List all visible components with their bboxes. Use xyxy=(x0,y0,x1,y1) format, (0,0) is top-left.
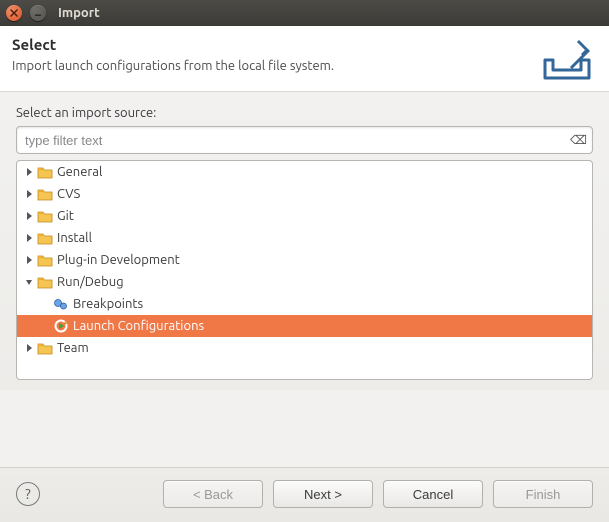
folder-icon xyxy=(37,253,53,267)
tree-item[interactable]: Install xyxy=(17,227,592,249)
help-button[interactable]: ? xyxy=(16,482,40,506)
tree-item[interactable]: Plug-in Development xyxy=(17,249,592,271)
tree-item-label: Team xyxy=(57,341,89,355)
tree-item-label: Plug-in Development xyxy=(57,253,180,267)
window-title: Import xyxy=(58,6,100,20)
disclosure-triangle-icon[interactable] xyxy=(23,210,35,222)
wizard-header: Select Import launch configurations from… xyxy=(0,26,609,92)
cancel-button[interactable]: Cancel xyxy=(383,480,483,508)
tree-item-label: CVS xyxy=(57,187,80,201)
filter-input[interactable] xyxy=(16,126,593,154)
wizard-footer: ? < Back Next > Cancel Finish xyxy=(0,467,609,522)
import-source-tree[interactable]: General CVS Git Install Plug-in Development R… xyxy=(16,160,593,380)
page-title: Select xyxy=(12,36,593,53)
folder-icon xyxy=(37,341,53,355)
tree-item[interactable]: Launch Configurations xyxy=(17,315,592,337)
disclosure-triangle-icon[interactable] xyxy=(23,232,35,244)
disclosure-triangle-icon[interactable] xyxy=(23,188,35,200)
launch-config-icon xyxy=(53,318,69,334)
disclosure-triangle-icon[interactable] xyxy=(23,254,35,266)
breakpoints-icon xyxy=(53,296,69,312)
tree-item[interactable]: Git xyxy=(17,205,592,227)
wizard-body: Select an import source: ⌫ General CVS Git… xyxy=(0,92,609,390)
tree-item[interactable]: Breakpoints xyxy=(17,293,592,315)
tree-item-label: Launch Configurations xyxy=(73,319,204,333)
clear-icon[interactable]: ⌫ xyxy=(570,133,587,147)
folder-icon xyxy=(37,231,53,245)
tree-item-label: Git xyxy=(57,209,74,223)
page-subtitle: Import launch configurations from the lo… xyxy=(12,59,593,73)
tree-item[interactable]: Run/Debug xyxy=(17,271,592,293)
back-button[interactable]: < Back xyxy=(163,480,263,508)
folder-icon xyxy=(37,187,53,201)
folder-icon xyxy=(37,165,53,179)
source-label: Select an import source: xyxy=(16,106,593,120)
finish-button[interactable]: Finish xyxy=(493,480,593,508)
tree-item-label: Install xyxy=(57,231,92,245)
tree-item[interactable]: Team xyxy=(17,337,592,359)
tree-item-label: Run/Debug xyxy=(57,275,124,289)
tree-item-label: General xyxy=(57,165,102,179)
import-banner-icon xyxy=(539,36,595,89)
close-window-button[interactable] xyxy=(6,5,22,21)
tree-item[interactable]: CVS xyxy=(17,183,592,205)
disclosure-triangle-icon[interactable] xyxy=(23,276,35,288)
disclosure-triangle-icon[interactable] xyxy=(23,166,35,178)
folder-icon xyxy=(37,209,53,223)
folder-icon xyxy=(37,275,53,289)
titlebar: Import xyxy=(0,0,609,26)
next-button[interactable]: Next > xyxy=(273,480,373,508)
tree-item[interactable]: General xyxy=(17,161,592,183)
minimize-window-button[interactable] xyxy=(30,5,46,21)
disclosure-triangle-icon[interactable] xyxy=(23,342,35,354)
tree-item-label: Breakpoints xyxy=(73,297,143,311)
